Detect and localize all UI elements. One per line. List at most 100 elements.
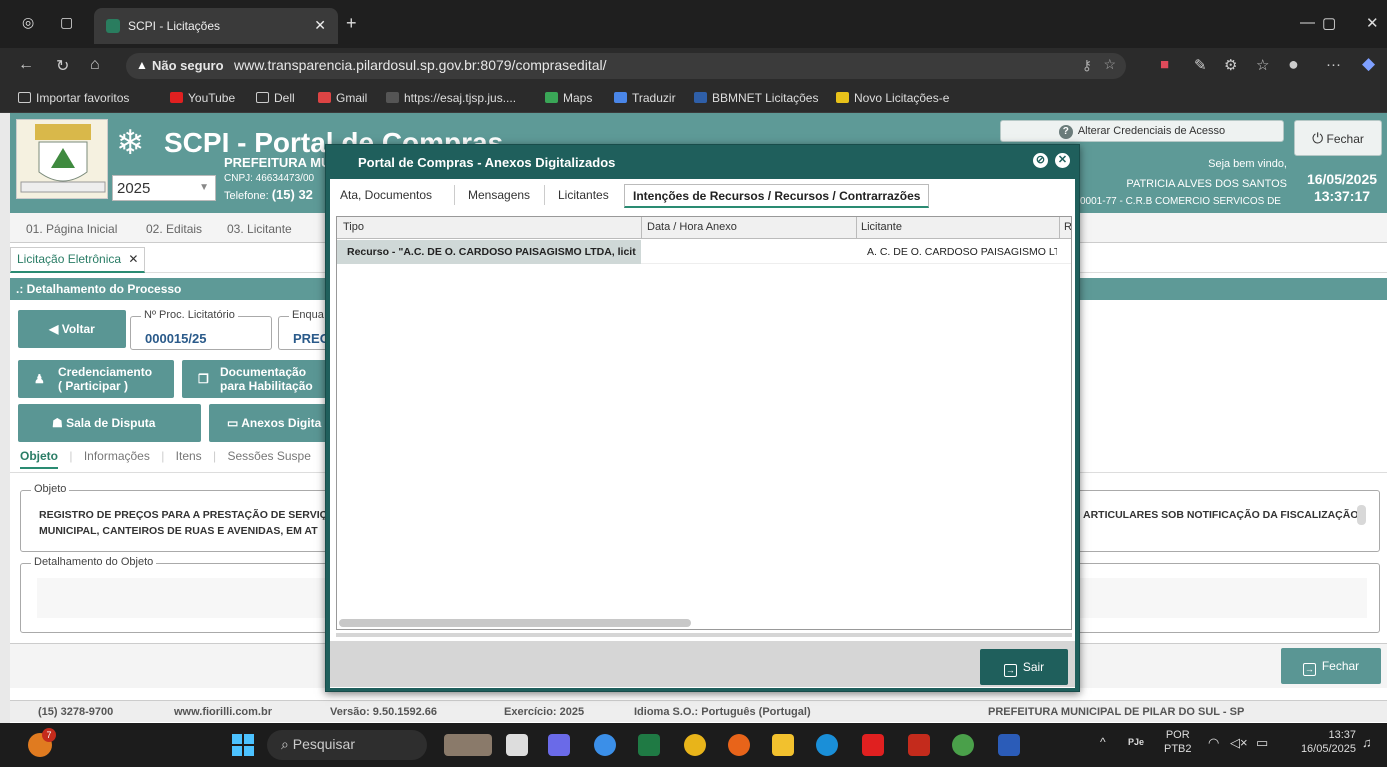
firefox-icon[interactable]: [728, 734, 750, 756]
close-icon[interactable]: ✕: [128, 252, 138, 266]
star-icon[interactable]: ☆: [1103, 56, 1116, 73]
extensions-icon[interactable]: ⚙: [1224, 56, 1237, 74]
clock[interactable]: 13:37 16/05/2025: [1288, 728, 1356, 756]
back-icon[interactable]: ←: [18, 56, 34, 74]
profile-icon[interactable]: ●: [1288, 54, 1299, 75]
objeto-text: REGISTRO DE PREÇOS PARA A PRESTAÇÃO DE S…: [39, 509, 336, 537]
copilot-icon[interactable]: ◆: [1362, 54, 1375, 74]
tray-expand-icon[interactable]: ^: [1100, 735, 1106, 749]
fav-youtube[interactable]: YouTube: [170, 91, 235, 105]
col-r[interactable]: R: [1064, 221, 1071, 233]
sala-disputa-button[interactable]: ☗ Sala de Disputa: [18, 404, 201, 442]
modal-tab-mensagens[interactable]: Mensagens: [460, 184, 538, 208]
portal-logo-icon: ❄: [116, 124, 145, 162]
modal-title: Portal de Compras - Anexos Digitalizados: [358, 155, 616, 170]
more-icon[interactable]: ···: [1326, 56, 1341, 73]
modal-tab-licitantes[interactable]: Licitantes: [550, 184, 617, 208]
copilot-app-icon[interactable]: [594, 734, 616, 756]
sair-button[interactable]: → Sair: [980, 649, 1068, 685]
battery-icon[interactable]: ▭: [1256, 735, 1268, 751]
workspaces-icon[interactable]: ◎: [22, 14, 34, 31]
anexos-digitalizados-button[interactable]: ▭ Anexos Digita: [209, 404, 329, 442]
tab-licitacao-eletronica[interactable]: Licitação Eletrônica ✕: [10, 247, 146, 273]
refresh-icon[interactable]: ↻: [56, 56, 69, 76]
fav-traduzir[interactable]: Traduzir: [614, 91, 676, 105]
fav-dell[interactable]: Dell: [256, 91, 295, 105]
users-icon: ☗: [52, 416, 63, 430]
minimize-icon[interactable]: —: [1300, 14, 1315, 31]
menu-pagina-inicial[interactable]: 01. Página Inicial: [26, 222, 117, 236]
wifi-icon[interactable]: ◠: [1208, 735, 1219, 751]
col-data-hora[interactable]: Data / Hora Anexo: [647, 221, 737, 233]
fechar-bottom-button[interactable]: → Fechar: [1281, 648, 1381, 684]
fav-licitacoes-e[interactable]: Novo Licitações-e: [836, 91, 949, 105]
pocket-icon[interactable]: ■: [1160, 56, 1169, 73]
close-window-icon[interactable]: ✕: [1366, 14, 1379, 32]
acrobat-icon[interactable]: [908, 734, 930, 756]
warning-icon: ▲: [136, 58, 148, 72]
chrome-profile-icon[interactable]: [952, 734, 974, 756]
volume-icon[interactable]: ◁×: [1230, 735, 1248, 751]
edge-icon[interactable]: [816, 734, 838, 756]
status-site[interactable]: www.fiorilli.com.br: [174, 706, 272, 718]
chrome-icon[interactable]: [684, 734, 706, 756]
youtube-app-icon[interactable]: [862, 734, 884, 756]
credenciamento-button[interactable]: ♟ Credenciamento( Participar ): [18, 360, 174, 398]
file-explorer-icon[interactable]: [772, 734, 794, 756]
folder-icon: [256, 92, 269, 103]
home-icon[interactable]: ⌂: [90, 56, 100, 74]
menu-editais[interactable]: 02. Editais: [146, 222, 202, 236]
col-licitante[interactable]: Licitante: [861, 221, 902, 233]
task-view-icon[interactable]: [506, 734, 528, 756]
word-icon[interactable]: [998, 734, 1020, 756]
translate-icon: [614, 92, 627, 103]
subtab-itens[interactable]: Itens: [176, 449, 202, 463]
teams-icon[interactable]: [548, 734, 570, 756]
notification-bell-icon[interactable]: ♫: [1362, 735, 1372, 750]
col-tipo[interactable]: Tipo: [343, 221, 364, 233]
modal-footer: [330, 641, 1075, 687]
excel-icon[interactable]: [638, 734, 660, 756]
fav-maps[interactable]: Maps: [545, 91, 592, 105]
extension-icon[interactable]: ✎: [1194, 56, 1207, 74]
subtab-objeto[interactable]: Objeto: [20, 449, 58, 469]
documentacao-button[interactable]: ❒ Documentação para Habilitação: [182, 360, 328, 398]
search-highlight-icon[interactable]: [444, 734, 492, 756]
search-icon: ⌕: [281, 736, 289, 752]
subtab-sessoes[interactable]: Sessões Suspe: [227, 449, 310, 463]
language-indicator[interactable]: POR PTB2: [1164, 728, 1192, 756]
close-modal-icon[interactable]: ✕: [1055, 153, 1070, 168]
subtab-informacoes[interactable]: Informações: [84, 449, 150, 463]
table-row[interactable]: Recurso - "A.C. DE O. CARDOSO PAISAGISMO…: [337, 240, 1071, 264]
url-bar[interactable]: ▲ Não seguro www.transparencia.pilardosu…: [126, 53, 1126, 79]
anexos-grid: Tipo Data / Hora Anexo Licitante R Recur…: [336, 216, 1072, 630]
fav-bbmnet[interactable]: BBMNET Licitações: [694, 91, 818, 105]
objeto-scrollbar[interactable]: [1357, 505, 1366, 525]
modal-tab-ata[interactable]: Ata, Documentos: [332, 184, 440, 208]
favorites-icon[interactable]: ☆: [1256, 56, 1269, 74]
modal-tab-recursos[interactable]: Intenções de Recursos / Recursos / Contr…: [624, 184, 930, 208]
fav-gmail[interactable]: Gmail: [318, 91, 367, 105]
close-tab-icon[interactable]: ✕: [314, 17, 326, 34]
notification-badge: 7: [42, 728, 56, 742]
tab-actions-icon[interactable]: ▢: [60, 14, 73, 31]
browser-tab-bar: ◎ ▢ SCPI - Licitações ✕ + — ▢ ✕: [0, 0, 1387, 48]
start-icon[interactable]: [232, 734, 254, 756]
alterar-credenciais-button[interactable]: ? Alterar Credenciais de Acesso: [1000, 120, 1284, 142]
fav-import[interactable]: Importar favoritos: [18, 91, 129, 105]
fav-esaj[interactable]: https://esaj.tjsp.jus....: [386, 91, 516, 105]
key-icon[interactable]: ⚷: [1082, 57, 1092, 74]
header-datetime: 16/05/2025 13:37:17: [1306, 171, 1378, 204]
menu-licitante[interactable]: 03. Licitante: [227, 222, 292, 236]
taskbar-search[interactable]: ⌕ Pesquisar: [267, 730, 427, 760]
year-select[interactable]: 2025 ▼: [112, 175, 216, 201]
browser-tab[interactable]: SCPI - Licitações ✕: [94, 8, 338, 44]
minimize-modal-icon[interactable]: ⊘: [1033, 153, 1048, 168]
restore-icon[interactable]: ▢: [1322, 14, 1336, 32]
grid-horizontal-scrollbar[interactable]: [339, 619, 691, 627]
voltar-button[interactable]: ◀ Voltar: [18, 310, 126, 348]
pje-tray-icon[interactable]: PJe: [1128, 737, 1144, 747]
new-tab-icon[interactable]: +: [346, 13, 357, 34]
fechar-top-button[interactable]: ⏻ Fechar: [1294, 120, 1382, 156]
welcome-text: Seja bem vindo,: [1208, 158, 1287, 170]
